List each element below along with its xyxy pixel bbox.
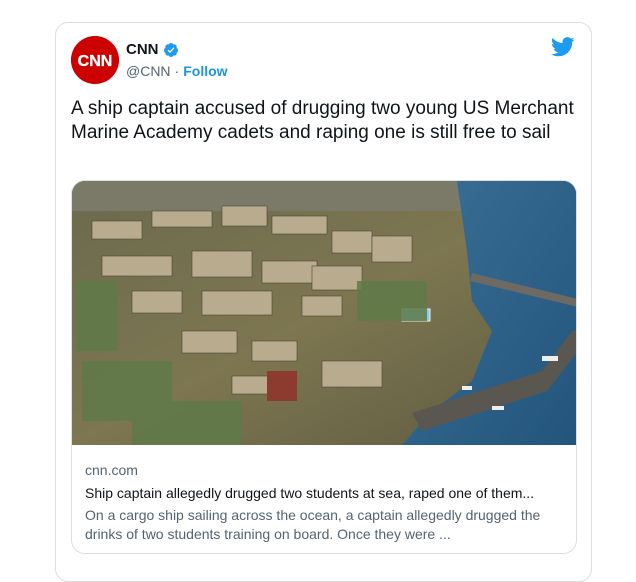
separator: · xyxy=(174,63,180,79)
card-domain: cnn.com xyxy=(85,462,138,478)
follow-button[interactable]: Follow xyxy=(183,63,227,79)
twitter-bird-icon[interactable] xyxy=(551,37,575,57)
author-name[interactable]: CNN xyxy=(126,41,159,58)
card-image[interactable] xyxy=(72,181,577,445)
verified-badge-icon xyxy=(163,42,178,57)
avatar[interactable]: CNN xyxy=(71,36,119,84)
cnn-logo-icon: CNN xyxy=(71,36,119,84)
avatar-logo-text: CNN xyxy=(78,53,113,70)
author-name-row: CNN xyxy=(126,41,179,58)
author-handle-row: @CNN · Follow xyxy=(126,63,228,79)
author-handle[interactable]: @CNN xyxy=(126,63,171,79)
card-meta: cnn.com Ship captain allegedly drugged t… xyxy=(85,461,565,544)
tweet-text: A ship captain accused of drugging two y… xyxy=(71,98,574,143)
card-description: On a cargo ship sailing across the ocean… xyxy=(85,507,541,542)
card-title[interactable]: Ship captain allegedly drugged two stude… xyxy=(85,484,565,503)
tweet-embed: CNN CNN @CNN · Follow A ship captain acc… xyxy=(55,22,592,582)
link-card[interactable]: cnn.com Ship captain allegedly drugged t… xyxy=(71,180,577,554)
